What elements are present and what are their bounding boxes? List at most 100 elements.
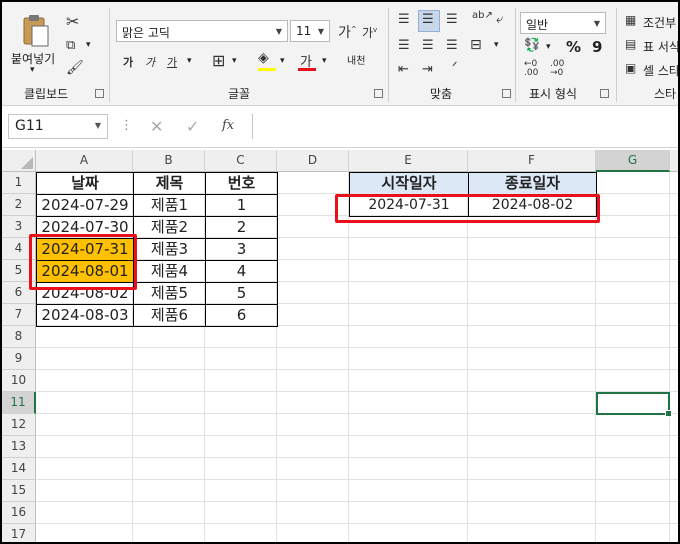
alignment-launcher-icon[interactable] — [502, 89, 511, 98]
table-cell[interactable]: 2 — [205, 216, 278, 239]
orientation-icon[interactable]: ab↗ — [472, 10, 493, 21]
table-cell[interactable]: 제품3 — [133, 238, 206, 261]
table-cell[interactable]: 5 — [205, 282, 278, 305]
row-header-17[interactable]: 17 — [2, 524, 36, 542]
borders-dropdown-icon[interactable]: ▾ — [232, 56, 237, 66]
row-header-16[interactable]: 16 — [2, 502, 36, 524]
cell-styles-icon: ▣ — [625, 61, 637, 75]
enter-icon[interactable]: ✓ — [186, 117, 199, 136]
currency-dropdown-icon[interactable]: ▾ — [546, 42, 551, 52]
table-cell[interactable]: 2024-08-03 — [36, 304, 134, 327]
column-header-f[interactable]: F — [468, 150, 596, 172]
underline-icon[interactable]: 가 — [167, 54, 177, 70]
table-cell[interactable]: 1 — [205, 194, 278, 217]
column-header-c[interactable]: C — [205, 150, 277, 172]
formula-input[interactable] — [252, 114, 678, 139]
copy-icon[interactable]: ⧉ — [66, 38, 75, 53]
percent-button[interactable]: % — [566, 38, 581, 56]
row-header-13[interactable]: 13 — [2, 436, 36, 458]
column-header-d[interactable]: D — [277, 150, 349, 172]
column-header-a[interactable]: A — [36, 150, 133, 172]
align-left-icon[interactable]: ☰ — [398, 38, 410, 53]
paste-icon[interactable] — [20, 14, 50, 48]
ribbon-divider — [616, 8, 617, 102]
currency-icon[interactable]: 💱 — [524, 38, 540, 53]
cancel-icon[interactable]: ✕ — [150, 117, 163, 136]
row-header-8[interactable]: 8 — [2, 326, 36, 348]
decrease-font-icon[interactable]: 가v — [362, 24, 377, 41]
align-top-icon[interactable]: ☰ — [398, 12, 410, 27]
column-header-g[interactable]: G — [596, 150, 670, 172]
wrap-text-icon[interactable]: ⤶ — [496, 12, 503, 27]
text-direction-icon[interactable]: ᐟ — [452, 60, 458, 75]
number-format-select[interactable]: 일반 ▼ — [520, 12, 606, 34]
end-date-header[interactable]: 종료일자 — [468, 172, 597, 195]
font-size-select[interactable]: 11 ▼ — [290, 20, 330, 42]
table-cell[interactable]: 제품4 — [133, 260, 206, 283]
table-cell[interactable]: 6 — [205, 304, 278, 327]
cut-icon[interactable]: ✂ — [66, 12, 79, 31]
cell-styles-button[interactable]: 셀 스타 — [643, 62, 678, 79]
clipboard-launcher-icon[interactable] — [95, 89, 104, 98]
font-launcher-icon[interactable] — [374, 89, 383, 98]
bold-icon[interactable]: 가 — [123, 54, 133, 70]
name-box[interactable]: G11 ▼ — [8, 114, 108, 139]
format-painter-icon[interactable]: 🖌 — [66, 60, 84, 76]
merge-dropdown-icon[interactable]: ▾ — [494, 40, 499, 50]
table-cell[interactable]: 2024-07-29 — [36, 194, 134, 217]
table-cell[interactable]: 3 — [205, 238, 278, 261]
row-header-15[interactable]: 15 — [2, 480, 36, 502]
comma-style-button[interactable]: 9 — [592, 38, 602, 56]
start-date-header[interactable]: 시작일자 — [349, 172, 469, 195]
clipboard-group-label: 클립보드 — [24, 87, 69, 101]
table-cell[interactable]: 4 — [205, 260, 278, 283]
underline-dropdown-icon[interactable]: ▾ — [187, 56, 192, 66]
gridline — [669, 172, 670, 542]
row-header-9[interactable]: 9 — [2, 348, 36, 370]
column-header-e[interactable]: E — [349, 150, 468, 172]
merge-center-icon[interactable]: ⊟ — [470, 37, 482, 53]
row-header-14[interactable]: 14 — [2, 458, 36, 480]
number-group-label: 표시 형식 — [529, 87, 577, 101]
chevron-down-icon: ▼ — [317, 27, 324, 36]
decrease-indent-icon[interactable]: ⇤ — [398, 62, 409, 77]
table-cell[interactable]: 제품6 — [133, 304, 206, 327]
row-header-10[interactable]: 10 — [2, 370, 36, 392]
increase-decimal-icon[interactable]: ←0.00 — [524, 60, 538, 78]
table-format-icon: ▤ — [625, 37, 637, 51]
decrease-decimal-icon[interactable]: .00 →0 — [550, 60, 564, 78]
row-header-12[interactable]: 12 — [2, 414, 36, 436]
insert-function-button[interactable]: fx — [222, 118, 234, 133]
increase-indent-icon[interactable]: ⇥ — [422, 62, 433, 77]
row-header-7[interactable]: 7 — [2, 304, 36, 326]
row-header-2[interactable]: 2 — [2, 194, 36, 216]
fill-dropdown-icon[interactable]: ▾ — [280, 56, 285, 66]
table-cell[interactable]: 제품2 — [133, 216, 206, 239]
row-header-11[interactable]: 11 — [2, 392, 36, 414]
table-cell[interactable]: 제품5 — [133, 282, 206, 305]
font-color-dropdown-icon[interactable]: ▾ — [322, 56, 327, 66]
align-bottom-icon[interactable]: ☰ — [446, 12, 458, 27]
align-middle-icon: ☰ — [422, 12, 434, 27]
active-cell-g11[interactable] — [596, 392, 672, 417]
font-name-select[interactable]: 맑은 고딕 ▼ — [116, 20, 288, 42]
copy-dropdown-icon[interactable]: ▾ — [86, 40, 91, 50]
conditional-format-button[interactable]: 조건부 — [643, 14, 676, 31]
table-header-cell[interactable]: 번호 — [205, 172, 278, 195]
borders-icon[interactable]: ⊞ — [212, 51, 225, 70]
italic-icon[interactable]: 가 — [145, 54, 155, 70]
table-header-cell[interactable]: 날짜 — [36, 172, 134, 195]
column-header-b[interactable]: B — [133, 150, 205, 172]
table-format-button[interactable]: 표 서식 — [643, 38, 678, 55]
increase-font-icon[interactable]: 가^ — [338, 22, 357, 42]
fill-color-icon[interactable]: ◈ — [258, 50, 269, 66]
align-right-icon[interactable]: ☰ — [446, 38, 458, 53]
select-all-button[interactable] — [2, 150, 36, 172]
number-launcher-icon[interactable] — [600, 89, 609, 98]
paste-dropdown-icon[interactable]: ▾ — [30, 65, 35, 75]
phonetic-guide-button[interactable]: 내천 — [347, 52, 365, 67]
table-header-cell[interactable]: 제목 — [133, 172, 206, 195]
align-center-icon[interactable]: ☰ — [422, 38, 434, 53]
table-cell[interactable]: 제품1 — [133, 194, 206, 217]
row-header-1[interactable]: 1 — [2, 172, 36, 194]
